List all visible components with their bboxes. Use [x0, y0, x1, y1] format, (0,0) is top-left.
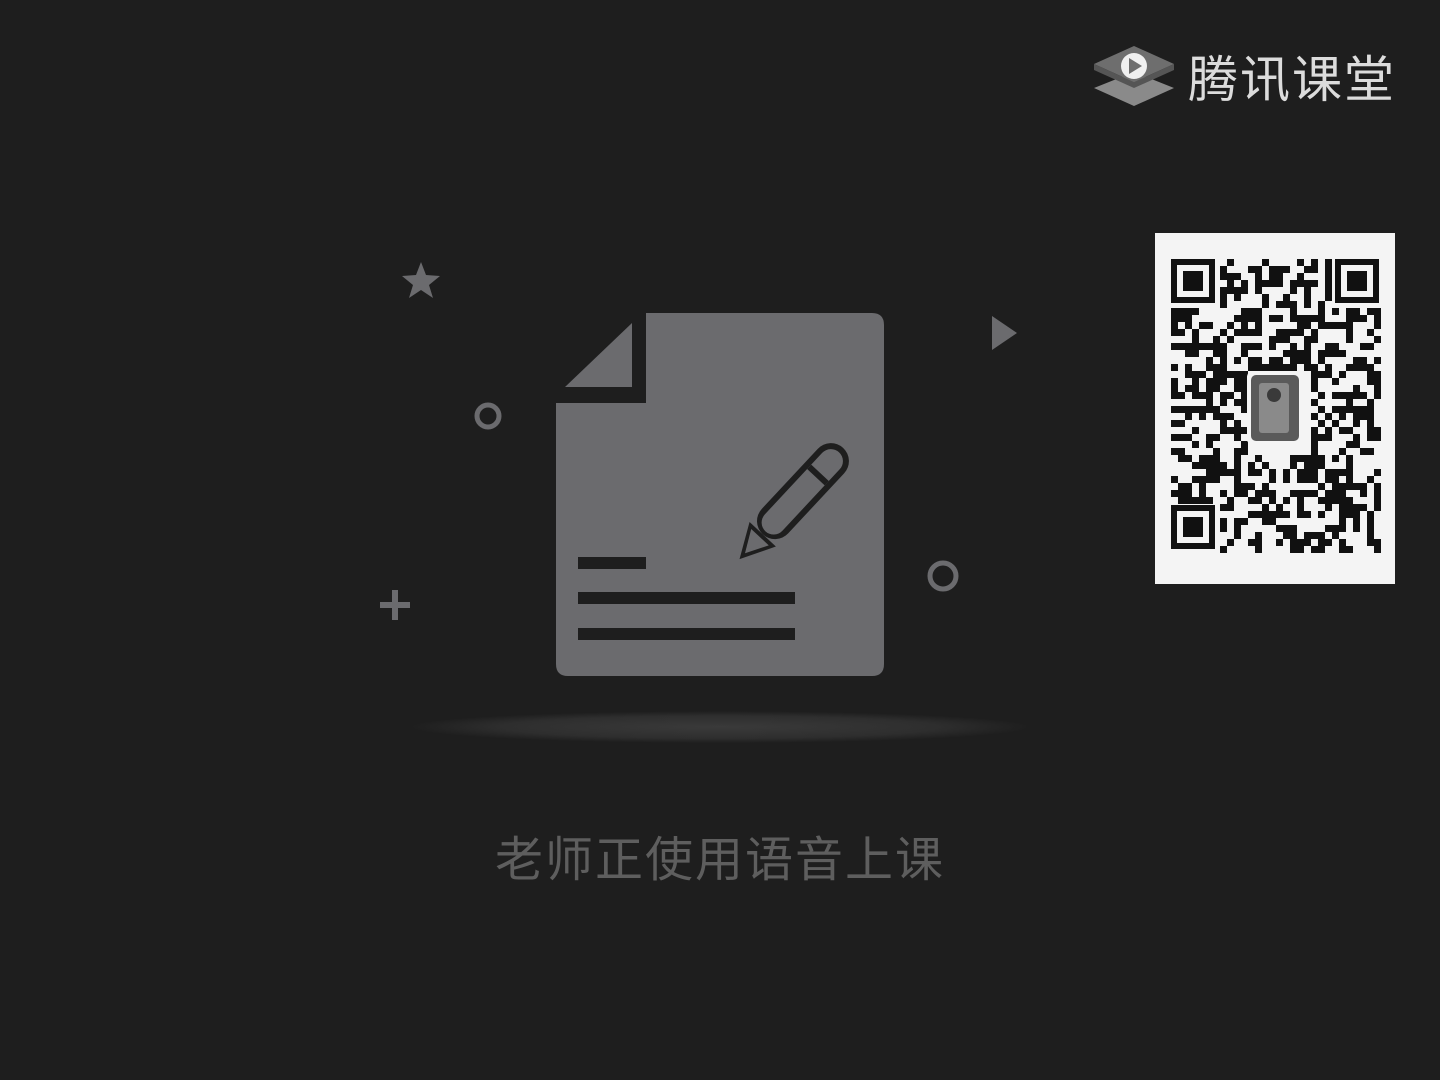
floor-shadow [410, 711, 1030, 743]
play-triangle-icon [992, 316, 1017, 350]
circle-icon [474, 402, 502, 430]
voice-class-illustration [380, 262, 1030, 743]
star-icon [402, 262, 440, 298]
voice-class-status-text: 老师正使用语音上课 [494, 832, 945, 888]
circle-icon [927, 560, 959, 592]
plus-icon [380, 590, 410, 620]
document-icon [556, 313, 884, 676]
voice-class-screen: 腾讯课堂 老师正使用语音上课 [0, 0, 1440, 1080]
